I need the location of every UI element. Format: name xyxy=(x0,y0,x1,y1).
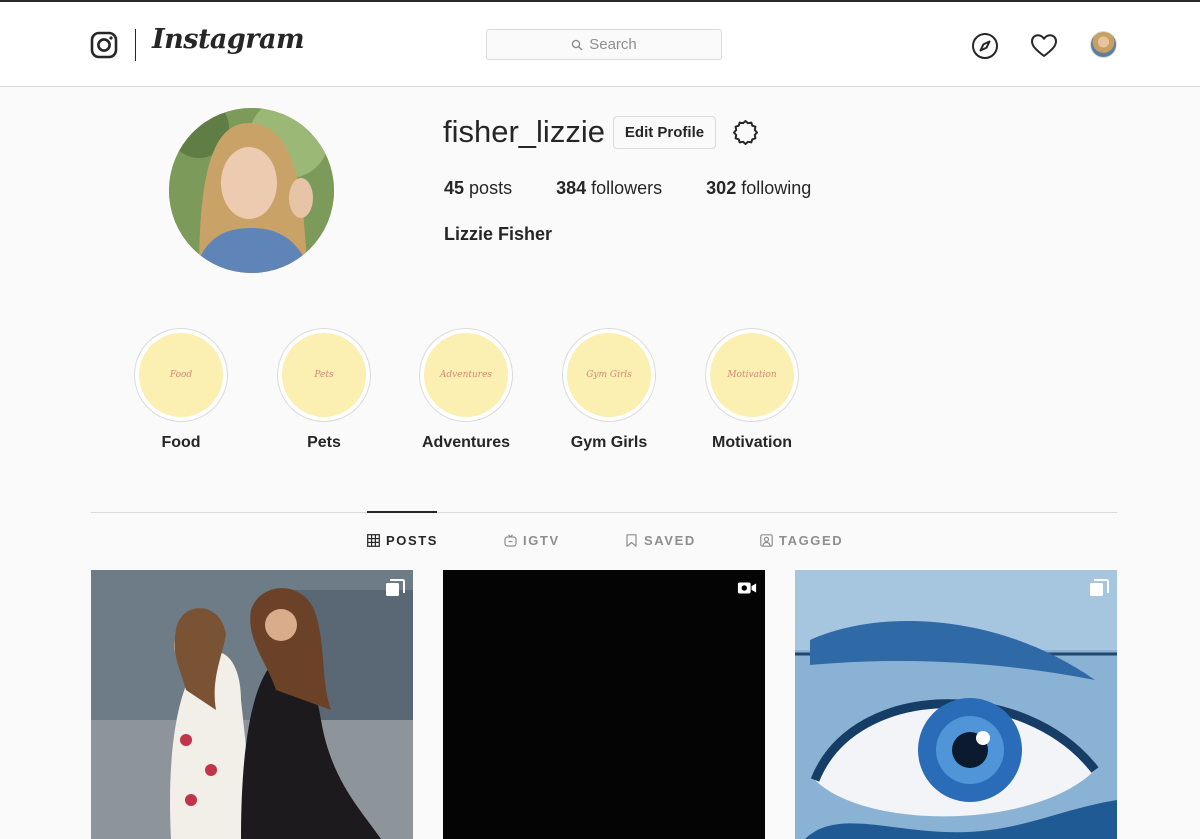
igtv-icon xyxy=(504,534,517,547)
post-image-two-women xyxy=(91,570,413,839)
profile-username: fisher_lizzie xyxy=(443,114,605,149)
tab-saved-label: SAVED xyxy=(644,533,696,548)
tagged-icon xyxy=(760,534,773,547)
posts-label: posts xyxy=(469,178,513,198)
tab-saved[interactable]: SAVED xyxy=(625,533,696,548)
edit-profile-button[interactable]: Edit Profile xyxy=(613,116,716,149)
highlight-label: Food xyxy=(161,434,201,451)
tab-tagged[interactable]: TAGGED xyxy=(760,533,843,548)
profile-picture[interactable] xyxy=(169,108,334,273)
highlight-cover: Adventures xyxy=(424,333,508,417)
highlight-cover: Pets xyxy=(282,333,366,417)
multiple-photos-icon xyxy=(1090,579,1109,596)
highlight-ring: Pets xyxy=(277,328,371,422)
bookmark-icon xyxy=(626,534,637,547)
tab-tagged-label: TAGGED xyxy=(779,533,844,548)
posts-count: 45 xyxy=(444,178,465,198)
top-nav-bar: Instagram Search xyxy=(0,2,1200,87)
story-highlight-motivation[interactable]: Motivation Motivation xyxy=(705,328,799,452)
gear-icon[interactable] xyxy=(732,119,759,146)
post-tile[interactable] xyxy=(91,570,413,839)
highlight-ring: Food xyxy=(134,328,228,422)
highlight-ring: Gym Girls xyxy=(562,328,656,422)
profile-stats: 45 posts 384 followers 302 following xyxy=(444,178,855,199)
highlight-ring: Motivation xyxy=(705,328,799,422)
highlight-cover: Motivation xyxy=(710,333,794,417)
search-icon xyxy=(571,39,583,50)
following-label: following xyxy=(741,178,812,198)
instagram-glyph-icon[interactable] xyxy=(90,31,118,59)
multiple-photos-icon xyxy=(386,579,405,596)
post-image-eye-mural xyxy=(795,570,1117,839)
profile-photo-image xyxy=(169,108,334,273)
story-highlight-food[interactable]: Food Food xyxy=(134,328,228,452)
following-stat[interactable]: 302 following xyxy=(706,178,811,199)
post-tile[interactable] xyxy=(443,570,765,839)
video-icon xyxy=(737,582,757,594)
highlight-cover: Gym Girls xyxy=(567,333,651,417)
highlight-ring: Adventures xyxy=(419,328,513,422)
followers-count: 384 xyxy=(556,178,587,198)
instagram-wordmark[interactable]: Instagram xyxy=(152,24,305,55)
compass-icon[interactable] xyxy=(971,32,999,60)
tab-posts[interactable]: POSTS xyxy=(367,533,438,548)
profile-full-name: Lizzie Fisher xyxy=(444,224,553,244)
posts-stat: 45 posts xyxy=(444,178,512,199)
highlight-cover: Food xyxy=(139,333,223,417)
followers-label: followers xyxy=(591,178,663,198)
tab-igtv[interactable]: IGTV xyxy=(504,533,560,548)
active-tab-indicator xyxy=(367,511,437,513)
heart-icon[interactable] xyxy=(1030,32,1058,60)
tab-igtv-label: IGTV xyxy=(523,533,560,548)
grid-icon xyxy=(367,534,380,547)
highlight-label: Gym Girls xyxy=(570,434,648,451)
search-input[interactable]: Search xyxy=(486,29,722,60)
highlight-label: Motivation xyxy=(712,434,792,451)
story-highlight-gym-girls[interactable]: Gym Girls Gym Girls xyxy=(562,328,656,452)
avatar[interactable] xyxy=(1090,31,1117,58)
story-highlight-pets[interactable]: Pets Pets xyxy=(277,328,371,452)
followers-stat[interactable]: 384 followers xyxy=(556,178,662,199)
highlight-label: Pets xyxy=(307,434,341,451)
post-tile[interactable] xyxy=(795,570,1117,839)
highlight-label: Adventures xyxy=(421,434,511,451)
logo-divider xyxy=(135,29,136,61)
search-placeholder: Search xyxy=(589,36,637,53)
tab-posts-label: POSTS xyxy=(386,533,439,548)
following-count: 302 xyxy=(706,178,737,198)
tabs-divider xyxy=(91,512,1117,513)
story-highlight-adventures[interactable]: Adventures Adventures xyxy=(419,328,513,452)
